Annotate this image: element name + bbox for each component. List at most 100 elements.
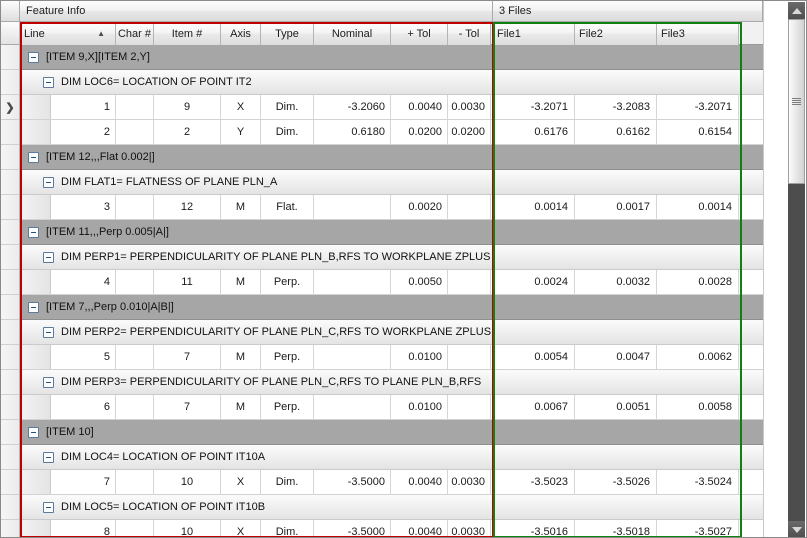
cell-line[interactable]: 4 [51,270,116,294]
cell-type[interactable]: Dim. [261,470,314,494]
left-column-header-row[interactable]: Line ▲ Char # Item # Axis Type Nominal + Tol - T… [20,22,493,45]
collapse-minus-icon[interactable] [43,176,54,188]
cell-minus-tol[interactable]: 0.0030 [448,520,491,537]
row-header-cell[interactable] [1,245,19,270]
table-row[interactable]: 5 7 M Perp. 0.0100 [20,345,493,370]
cell-nominal[interactable]: 0.6180 [314,120,391,144]
column-header-char[interactable]: Char # [116,22,154,45]
row-header-cell[interactable] [1,120,19,145]
cell-char-number[interactable] [116,95,154,119]
cell-file1[interactable]: 0.0024 [493,270,575,294]
dimension-header-row[interactable]: DIM PERP1= PERPENDICULARITY OF PLANE PLN… [20,245,493,270]
cell-plus-tol[interactable]: 0.0100 [391,395,448,419]
table-row[interactable]: 2 2 Y Dim. 0.6180 0.0200 0.0200 [20,120,493,145]
cell-item-number[interactable]: 7 [154,395,221,419]
column-header-tol[interactable]: - Tol [448,22,491,45]
scrollbar-thumb[interactable] [788,19,805,184]
cell-file3[interactable]: 0.6154 [657,120,739,144]
cell-line[interactable]: 1 [51,95,116,119]
row-header-cell[interactable] [1,195,19,220]
cell-char-number[interactable] [116,395,154,419]
cell-file2[interactable]: -3.2083 [575,95,657,119]
cell-type[interactable]: Perp. [261,345,314,369]
dimension-header-row[interactable]: DIM PERP2= PERPENDICULARITY OF PLANE PLN… [20,320,493,345]
cell-nominal[interactable]: -3.5000 [314,470,391,494]
column-header-file2[interactable]: File2 [575,22,657,45]
row-header-cell[interactable] [1,295,19,320]
row-header-cell[interactable] [1,45,19,70]
table-row-files[interactable]: 0.0024 0.0032 0.0028 [493,270,763,295]
cell-minus-tol[interactable]: 0.0200 [448,120,491,144]
right-column-header-row[interactable]: File1 File2 File3 [493,22,763,45]
cell-line[interactable]: 3 [51,195,116,219]
cell-file1[interactable]: 0.6176 [493,120,575,144]
cell-file1[interactable]: -3.5016 [493,520,575,537]
cell-axis[interactable]: X [221,520,261,537]
row-header-cell[interactable] [1,470,19,495]
scroll-up-button[interactable] [788,2,805,19]
cell-minus-tol[interactable]: 0.0030 [448,95,491,119]
row-header-cell[interactable] [1,320,19,345]
cell-file2[interactable]: 0.0032 [575,270,657,294]
table-row-files[interactable]: 0.0054 0.0047 0.0062 [493,345,763,370]
column-header-item[interactable]: Item # [154,22,221,45]
dimension-header-row[interactable]: DIM PERP3= PERPENDICULARITY OF PLANE PLN… [20,370,493,395]
cell-plus-tol[interactable]: 0.0040 [391,470,448,494]
group-header-row[interactable]: [ITEM 9,X][ITEM 2,Y] [20,45,493,70]
table-row[interactable]: 4 11 M Perp. 0.0050 [20,270,493,295]
cell-item-number[interactable]: 10 [154,470,221,494]
cell-char-number[interactable] [116,470,154,494]
table-row-files[interactable]: 0.0067 0.0051 0.0058 [493,395,763,420]
collapse-minus-icon[interactable] [28,426,39,438]
cell-axis[interactable]: M [221,195,261,219]
column-header-line[interactable]: Line ▲ [20,22,116,45]
row-header-cell[interactable] [1,395,19,420]
cell-nominal[interactable]: -3.5000 [314,520,391,537]
collapse-minus-icon[interactable] [43,326,54,338]
collapse-minus-icon[interactable] [28,151,39,163]
cell-axis[interactable]: X [221,470,261,494]
table-row-files[interactable]: 0.0014 0.0017 0.0014 [493,195,763,220]
row-header-cell[interactable] [1,270,19,295]
cell-plus-tol[interactable]: 0.0040 [391,520,448,537]
cell-file2[interactable]: 0.0051 [575,395,657,419]
table-row-files[interactable]: -3.5016 -3.5018 -3.5027 [493,520,763,537]
column-header-axis[interactable]: Axis [221,22,261,45]
cell-char-number[interactable] [116,270,154,294]
vertical-scrollbar[interactable] [788,2,805,537]
column-header-tol[interactable]: + Tol [391,22,448,45]
cell-nominal[interactable]: -3.2060 [314,95,391,119]
cell-minus-tol[interactable] [448,395,491,419]
cell-file2[interactable]: 0.6162 [575,120,657,144]
cell-file3[interactable]: -3.2071 [657,95,739,119]
cell-file2[interactable]: -3.5026 [575,470,657,494]
cell-file1[interactable]: -3.5023 [493,470,575,494]
row-header-cell[interactable] [1,495,19,520]
cell-line[interactable]: 7 [51,470,116,494]
cell-char-number[interactable] [116,520,154,537]
collapse-minus-icon[interactable] [43,251,54,263]
cell-file3[interactable]: 0.0062 [657,345,739,369]
row-header-cell[interactable] [1,445,19,470]
cell-type[interactable]: Dim. [261,520,314,537]
row-header-column[interactable]: ❯ [1,22,20,537]
cell-file1[interactable]: 0.0067 [493,395,575,419]
row-header-cell[interactable] [1,420,19,445]
cell-line[interactable]: 2 [51,120,116,144]
cell-type[interactable]: Dim. [261,120,314,144]
cell-item-number[interactable]: 9 [154,95,221,119]
collapse-minus-icon[interactable] [43,501,54,513]
cell-file3[interactable]: -3.5024 [657,470,739,494]
dimension-header-row[interactable]: DIM LOC6= LOCATION OF POINT IT2 [20,70,493,95]
cell-axis[interactable]: M [221,270,261,294]
row-header-cell[interactable] [1,220,19,245]
cell-char-number[interactable] [116,345,154,369]
table-row-files[interactable]: 0.6176 0.6162 0.6154 [493,120,763,145]
collapse-minus-icon[interactable] [43,76,54,88]
cell-file3[interactable]: 0.0014 [657,195,739,219]
collapse-minus-icon[interactable] [43,376,54,388]
cell-nominal[interactable] [314,395,391,419]
column-header-nominal[interactable]: Nominal [314,22,391,45]
row-header-cell[interactable] [1,520,19,537]
cell-axis[interactable]: M [221,395,261,419]
